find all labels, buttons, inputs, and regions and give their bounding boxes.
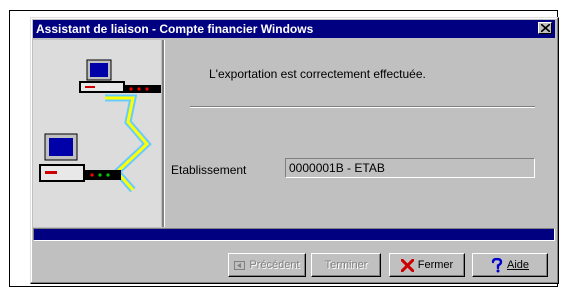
help-question-icon [491, 257, 503, 273]
fermer-button-label: Fermer [417, 259, 454, 271]
title-bar[interactable]: Assistant de liaison - Compte financier … [33, 20, 555, 38]
finish-button[interactable]: Terminer [311, 253, 381, 277]
close-button[interactable] [538, 22, 552, 34]
previous-button[interactable]: Précédent [228, 253, 306, 277]
fermer-button[interactable]: Fermer [389, 253, 465, 277]
separator-line [190, 106, 535, 108]
panel-divider [162, 40, 165, 227]
etablissement-field: 0000001B - ETAB [285, 158, 535, 178]
help-button[interactable]: Aide [472, 253, 548, 277]
status-message: L'exportation est correctement effectuée… [209, 67, 426, 81]
progress-bar [33, 228, 555, 241]
etablissement-label: Etablissement [171, 163, 247, 177]
close-icon [541, 24, 550, 32]
finish-button-label: Terminer [324, 259, 368, 271]
network-computers-icon [39, 59, 161, 193]
close-x-icon [400, 258, 415, 272]
previous-arrow-icon [234, 260, 246, 270]
wizard-content: L'exportation est correctement effectuée… [33, 40, 555, 227]
previous-button-label: Précédent [249, 259, 300, 271]
network-illustration [33, 40, 161, 227]
window-title: Assistant de liaison - Compte financier … [36, 22, 314, 36]
help-button-label: Aide [506, 259, 530, 271]
wizard-dialog: Assistant de liaison - Compte financier … [30, 17, 559, 284]
